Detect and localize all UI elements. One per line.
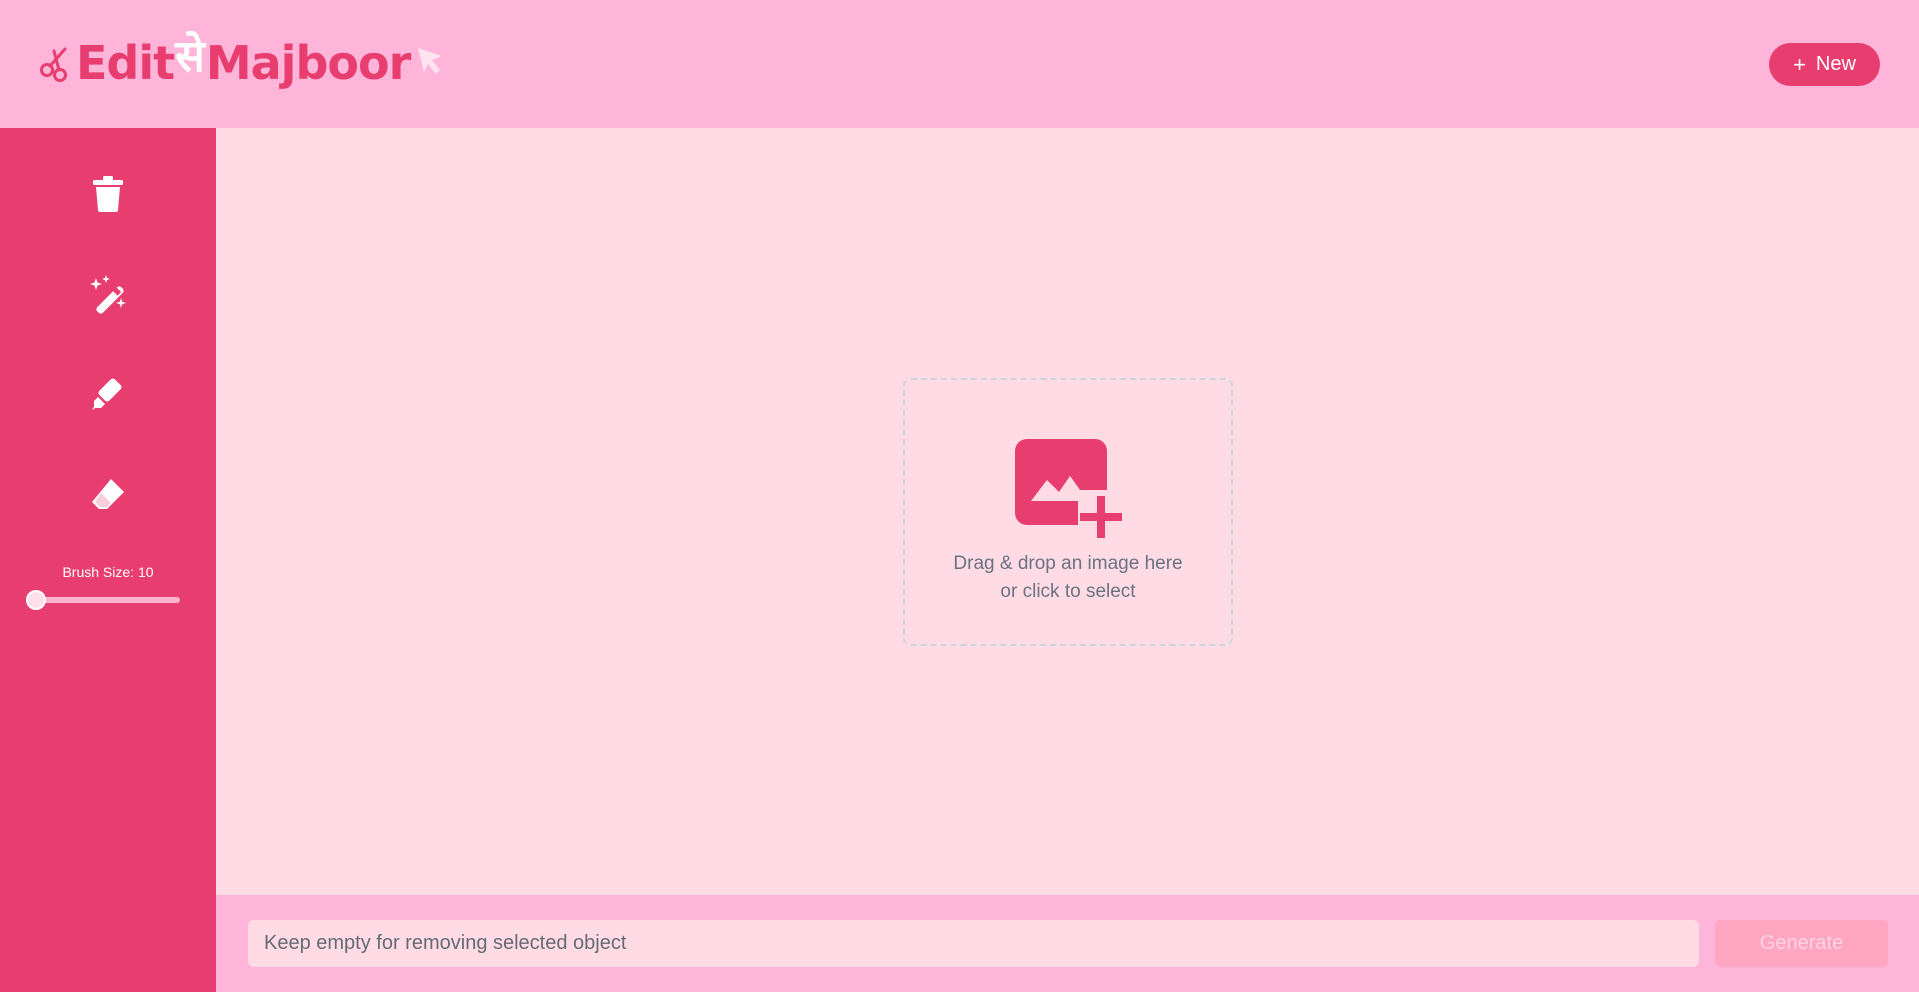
tool-sidebar: Brush Size: 10 bbox=[0, 128, 216, 992]
magic-wand-icon bbox=[90, 275, 126, 314]
prompt-input[interactable] bbox=[248, 920, 1699, 967]
add-image-icon bbox=[1015, 439, 1126, 540]
eraser-button[interactable] bbox=[84, 470, 132, 518]
cursor-arrow-icon bbox=[418, 48, 443, 74]
new-button-label: New bbox=[1815, 53, 1856, 75]
new-button[interactable]: + New bbox=[1769, 43, 1880, 86]
brush-size-slider[interactable] bbox=[26, 590, 180, 610]
app-header: Edit से Majboor + New bbox=[0, 0, 1919, 128]
slider-thumb[interactable] bbox=[26, 590, 46, 610]
trash-button[interactable] bbox=[84, 170, 132, 218]
dropzone-line-2: or click to select bbox=[1000, 581, 1136, 602]
logo-text-majboor: Majboor bbox=[205, 36, 411, 90]
plus-icon: + bbox=[1793, 51, 1806, 77]
brush-button[interactable] bbox=[84, 370, 132, 418]
eraser-icon bbox=[92, 479, 124, 509]
brush-size-label: Brush Size: 10 bbox=[62, 564, 154, 580]
scissors-icon bbox=[40, 47, 67, 82]
generate-button[interactable]: Generate bbox=[1715, 920, 1888, 967]
logo-text-hindi: से bbox=[175, 31, 205, 82]
dropzone-line-1: Drag & drop an image here bbox=[953, 553, 1183, 574]
marker-icon bbox=[92, 378, 122, 410]
dropzone-text: Drag & drop an image here or click to se… bbox=[905, 550, 1231, 606]
logo-text-edit: Edit bbox=[76, 36, 175, 90]
prompt-bar: Generate bbox=[216, 895, 1919, 992]
image-dropzone[interactable]: Drag & drop an image here or click to se… bbox=[903, 378, 1233, 646]
trash-icon bbox=[93, 176, 123, 212]
slider-track[interactable] bbox=[36, 597, 180, 603]
app-logo: Edit से Majboor bbox=[38, 30, 448, 96]
magic-wand-button[interactable] bbox=[84, 270, 132, 318]
